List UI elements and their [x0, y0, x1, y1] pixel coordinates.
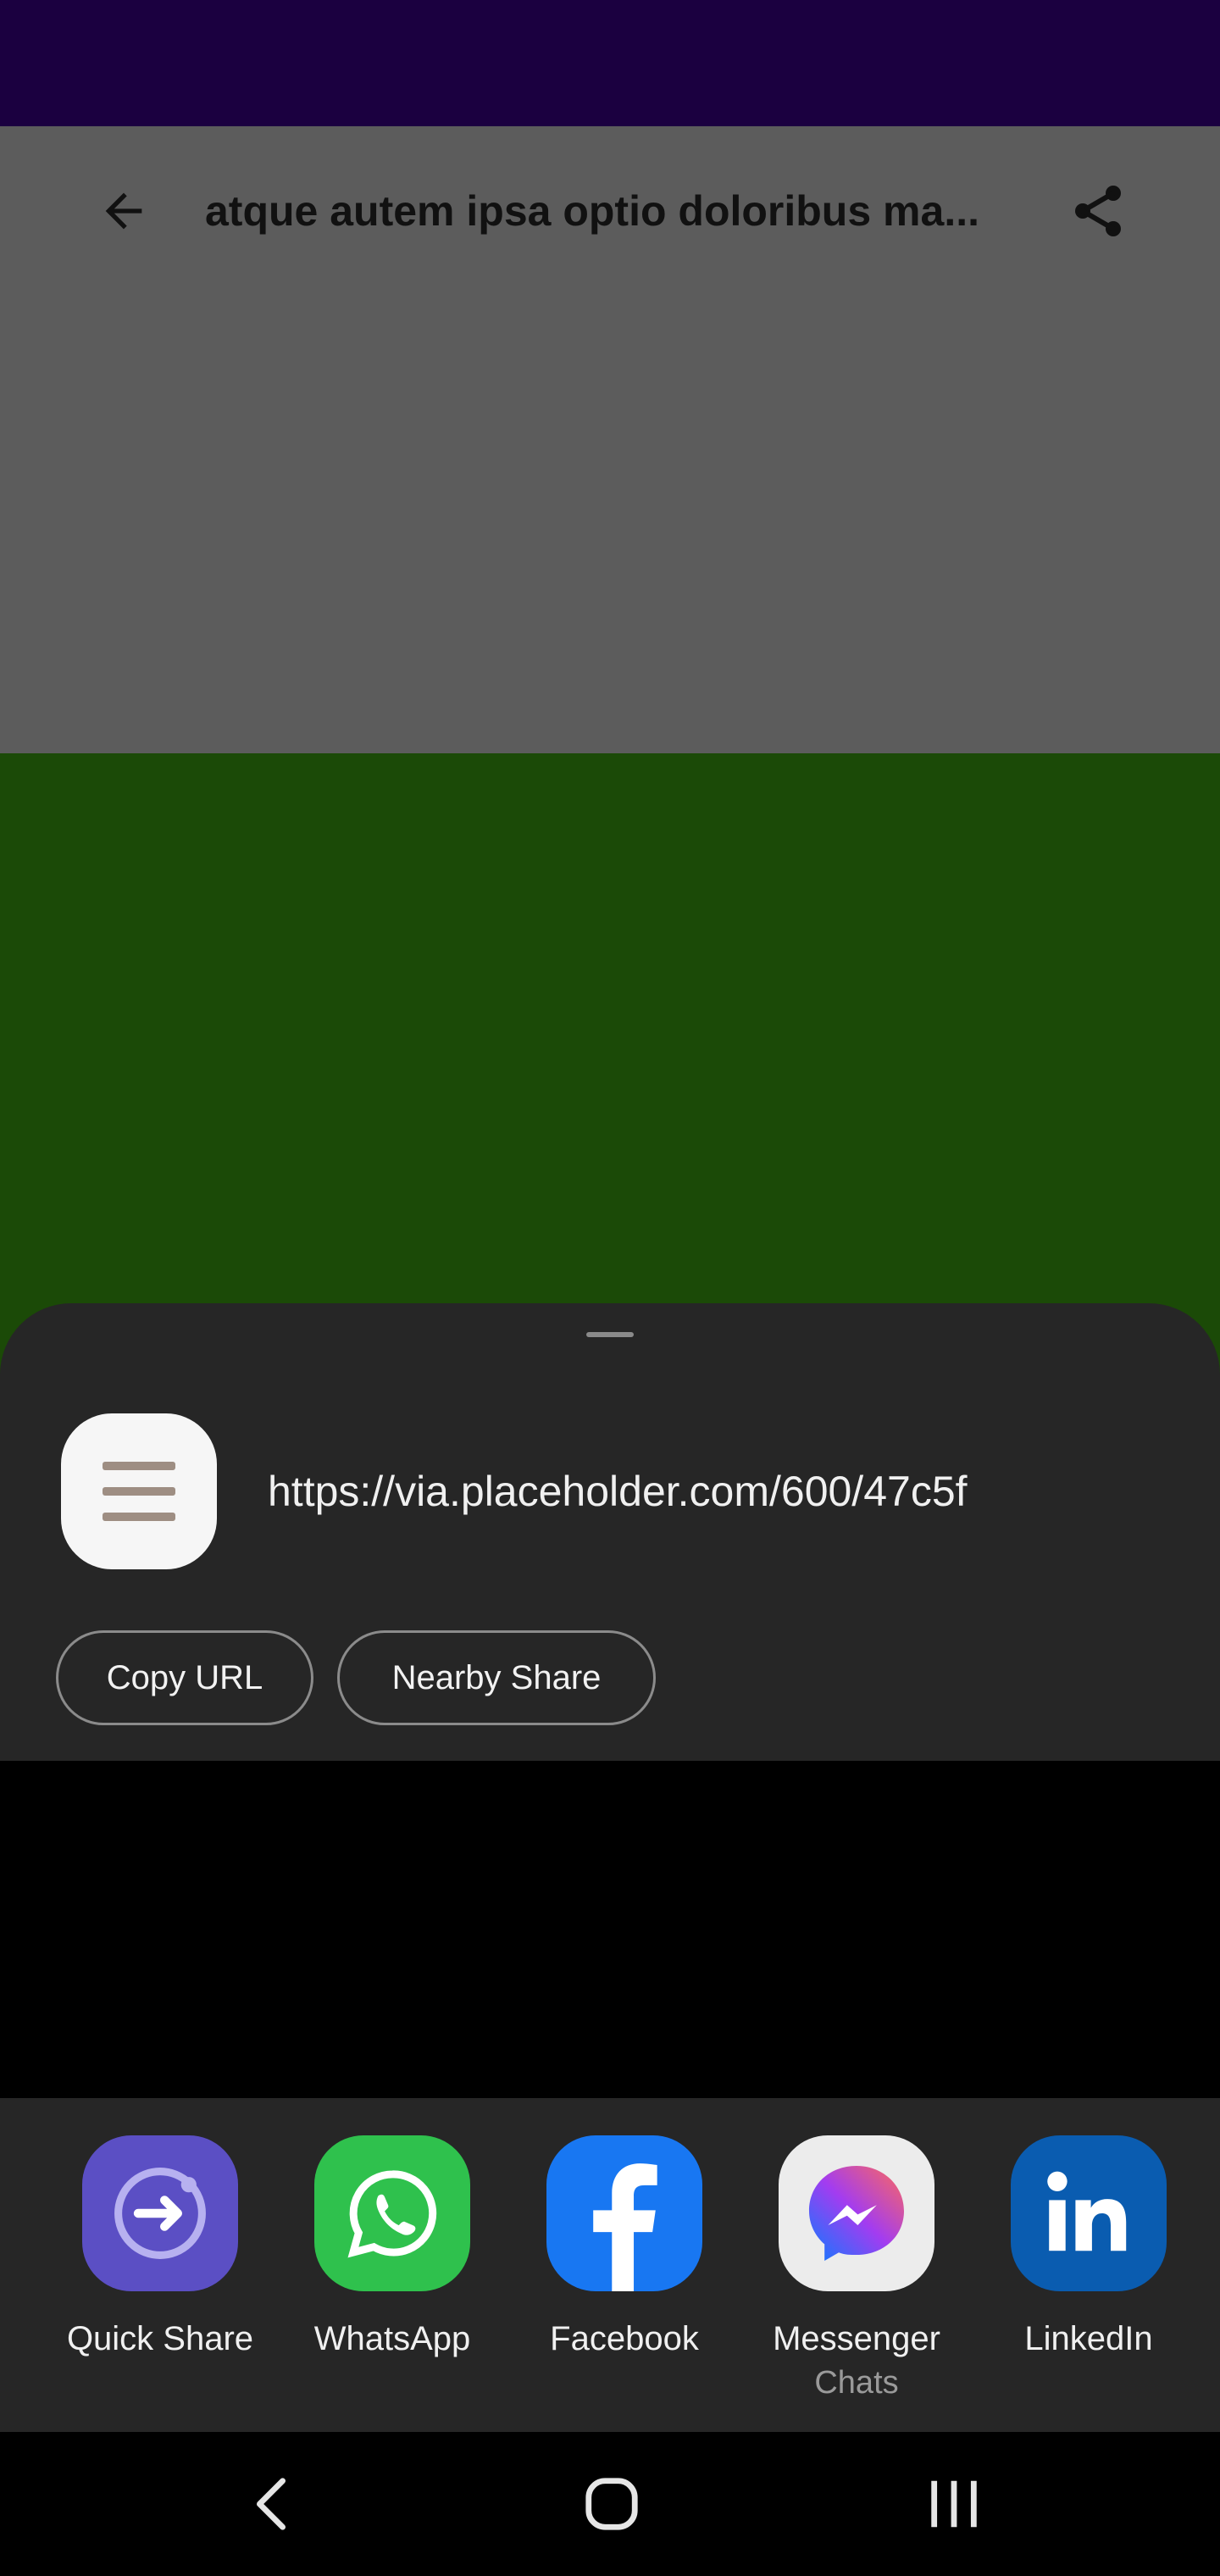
share-targets-area — [0, 1761, 1220, 2098]
app-messenger[interactable]: Messenger Chats — [755, 2135, 958, 2405]
app-label: WhatsApp — [313, 2320, 471, 2357]
app-label: Facebook — [550, 2320, 699, 2357]
status-bar — [0, 0, 1220, 126]
page-title: atque autem ipsa optio doloribus ma... — [205, 187, 979, 235]
facebook-icon — [546, 2135, 702, 2291]
app-quick-share[interactable]: Quick Share — [58, 2135, 262, 2361]
messenger-icon — [779, 2135, 934, 2291]
app-sublabel: Chats — [814, 2365, 899, 2401]
sheet-drag-handle[interactable] — [586, 1332, 634, 1337]
app-whatsapp[interactable]: WhatsApp — [291, 2135, 494, 2361]
nav-recents-button[interactable] — [912, 2466, 996, 2542]
back-button[interactable] — [88, 175, 159, 247]
app-label: LinkedIn — [1024, 2320, 1153, 2357]
quick-share-icon — [82, 2135, 238, 2291]
whatsapp-icon — [314, 2135, 470, 2291]
share-button[interactable] — [1061, 174, 1135, 248]
nearby-share-button[interactable]: Nearby Share — [337, 1630, 656, 1725]
share-icon — [1075, 186, 1121, 236]
shared-url: https://via.placeholder.com/600/47c5f — [268, 1468, 968, 1515]
system-nav-bar — [0, 2432, 1220, 2576]
copy-url-label: Copy URL — [106, 1658, 263, 1696]
app-facebook[interactable]: Facebook — [523, 2135, 726, 2361]
document-lines-icon — [61, 1413, 217, 1569]
nav-home-icon — [585, 2478, 638, 2530]
linkedin-icon — [1011, 2135, 1167, 2291]
nav-recents-icon — [931, 2480, 977, 2528]
app-label: Messenger — [773, 2320, 940, 2357]
app-bar: atque autem ipsa optio doloribus ma... — [0, 126, 1220, 753]
nav-back-button[interactable] — [229, 2466, 313, 2542]
arrow-left-icon — [105, 192, 142, 230]
app-linkedin[interactable]: LinkedIn — [987, 2135, 1190, 2361]
nav-home-button[interactable] — [569, 2466, 654, 2542]
nearby-share-label: Nearby Share — [391, 1658, 602, 1696]
image-preview — [0, 753, 1220, 1380]
copy-url-button[interactable]: Copy URL — [56, 1630, 313, 1725]
nav-back-icon — [256, 2478, 286, 2530]
app-label: Quick Share — [66, 2320, 254, 2357]
app-share-row: Quick Share WhatsApp Facebook Messenger … — [0, 2098, 1220, 2432]
